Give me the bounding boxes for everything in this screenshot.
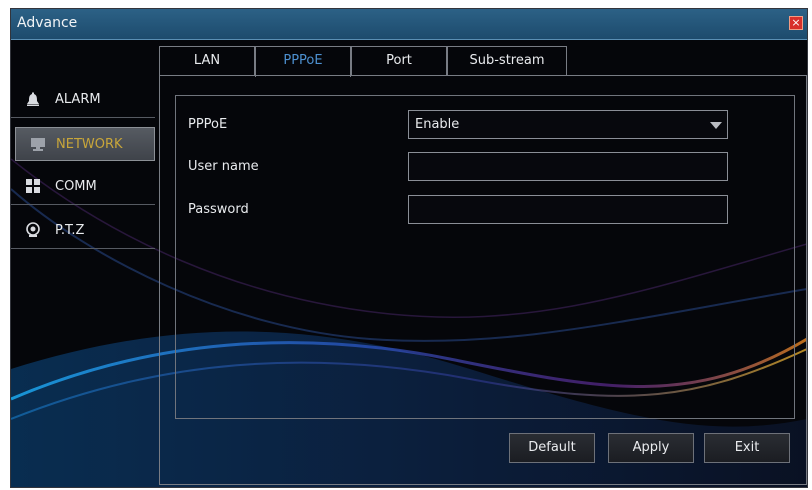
- sidebar-item-network[interactable]: NETWORK: [15, 127, 155, 161]
- pppoe-label: PPPoE: [188, 117, 228, 132]
- password-input[interactable]: [408, 195, 728, 224]
- tab-port[interactable]: Port: [351, 46, 447, 76]
- network-icon: [31, 138, 45, 151]
- tab-lan[interactable]: LAN: [159, 46, 255, 76]
- exit-button[interactable]: Exit: [704, 433, 790, 463]
- username-label: User name: [188, 159, 259, 174]
- title-bar: Advance ×: [11, 9, 807, 40]
- tab-pppoe[interactable]: PPPoE: [255, 46, 351, 77]
- sidebar-menu: ALARM NETWORK COMM P.T.Z: [11, 83, 155, 258]
- password-label: Password: [188, 202, 249, 217]
- sidebar-item-label: NETWORK: [56, 137, 123, 152]
- settings-group-box: [175, 95, 795, 419]
- tab-sub-stream[interactable]: Sub-stream: [447, 46, 567, 76]
- bell-icon: [27, 92, 39, 106]
- default-button[interactable]: Default: [509, 433, 595, 463]
- camera-icon: [26, 222, 40, 237]
- pppoe-select[interactable]: Enable: [408, 110, 728, 139]
- sidebar-item-ptz[interactable]: P.T.Z: [11, 214, 155, 249]
- dropdown-arrow-icon: [710, 122, 722, 129]
- advance-dialog: Advance × ALARM NETWORK COMM P.T.Z LAN P…: [10, 8, 808, 488]
- apply-button[interactable]: Apply: [608, 433, 694, 463]
- sidebar-item-label: COMM: [55, 179, 97, 194]
- grid-icon: [26, 179, 40, 193]
- sidebar-item-comm[interactable]: COMM: [11, 170, 155, 205]
- username-input[interactable]: [408, 152, 728, 181]
- sidebar-item-label: ALARM: [55, 92, 101, 107]
- sidebar-item-label: P.T.Z: [55, 223, 85, 238]
- window-title: Advance: [17, 15, 78, 31]
- close-button[interactable]: ×: [789, 16, 803, 30]
- pppoe-selected-value: Enable: [415, 117, 460, 132]
- sidebar-item-alarm[interactable]: ALARM: [11, 83, 155, 118]
